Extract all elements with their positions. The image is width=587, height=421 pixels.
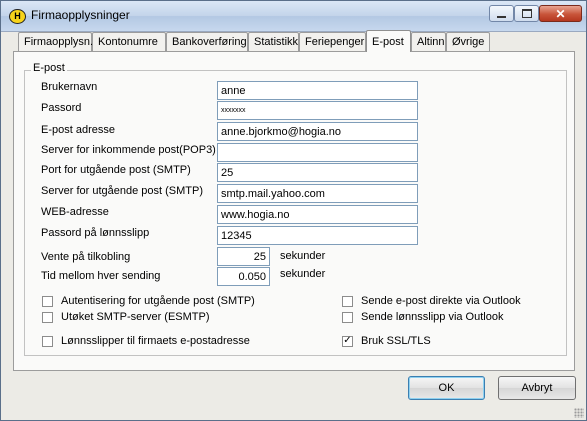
web-label: WEB-adresse bbox=[41, 206, 109, 218]
app-icon-letter: H bbox=[14, 11, 21, 21]
smtp-auth-label: Autentisering for utgående post (SMTP) bbox=[61, 295, 255, 307]
payslip-password-input[interactable] bbox=[217, 226, 418, 245]
smtp-port-input[interactable] bbox=[217, 163, 418, 182]
payslip-outlook-checkbox[interactable]: Sende lønnsslipp via Outlook bbox=[342, 311, 503, 323]
title-bar[interactable]: H Firmaopplysninger ✕ bbox=[1, 1, 586, 32]
checkbox-box[interactable] bbox=[342, 295, 353, 307]
tab-strip: Firmaopplysn. Kontonumre Bankoverføring … bbox=[14, 30, 494, 52]
payslip-outlook-label: Sende lønnsslipp via Outlook bbox=[361, 311, 504, 323]
username-input[interactable] bbox=[217, 81, 418, 100]
close-button[interactable]: ✕ bbox=[539, 5, 582, 22]
esmtp-checkbox[interactable]: Utøket SMTP-server (ESMTP) bbox=[42, 311, 210, 323]
pop3-label: Server for inkommende post(POP3) bbox=[41, 144, 216, 156]
wait-connect-label: Vente på tilkobling bbox=[41, 251, 131, 263]
smtp-server-label: Server for utgående post (SMTP) bbox=[41, 185, 204, 197]
ssl-tls-checkbox[interactable]: ✓ Bruk SSL/TLS bbox=[342, 335, 431, 347]
ok-button[interactable]: OK bbox=[408, 376, 485, 400]
checkbox-box[interactable] bbox=[342, 311, 353, 323]
minimize-button[interactable] bbox=[489, 5, 514, 22]
checkbox-box[interactable] bbox=[42, 335, 53, 347]
send-interval-input[interactable] bbox=[217, 267, 270, 286]
password-label: Passord bbox=[41, 102, 82, 114]
maximize-button[interactable] bbox=[514, 5, 539, 22]
checkmark-icon: ✓ bbox=[343, 335, 352, 346]
cancel-button[interactable]: Avbryt bbox=[498, 376, 576, 400]
smtp-auth-checkbox[interactable]: Autentisering for utgående post (SMTP) bbox=[42, 295, 255, 307]
tab-bankoverforing[interactable]: Bankoverføring bbox=[166, 32, 248, 51]
send-outlook-checkbox[interactable]: Sende e-post direkte via Outlook bbox=[342, 295, 521, 307]
checkbox-box[interactable] bbox=[42, 311, 53, 323]
username-label: Brukernavn bbox=[41, 81, 98, 93]
dialog-window: H Firmaopplysninger ✕ Firmaopplysn. Kont… bbox=[0, 0, 587, 421]
send-interval-unit: sekunder bbox=[280, 268, 326, 280]
checkbox-box[interactable] bbox=[42, 295, 53, 307]
smtp-server-input[interactable] bbox=[217, 184, 418, 203]
password-input[interactable] bbox=[217, 101, 418, 120]
send-outlook-label: Sende e-post direkte via Outlook bbox=[361, 295, 521, 307]
email-input[interactable] bbox=[217, 122, 418, 141]
tab-ovrige[interactable]: Øvrige bbox=[446, 32, 490, 51]
tab-kontonumre[interactable]: Kontonumre bbox=[92, 32, 166, 51]
web-input[interactable] bbox=[217, 205, 418, 224]
minimize-icon bbox=[497, 16, 506, 18]
cancel-label: Avbryt bbox=[521, 382, 553, 394]
pop3-input[interactable] bbox=[217, 143, 418, 162]
window-title: Firmaopplysninger bbox=[31, 8, 130, 22]
tab-feriepenger[interactable]: Feriepenger bbox=[299, 32, 366, 51]
maximize-icon bbox=[521, 9, 532, 18]
payslip-password-label: Passord på lønnsslipp bbox=[41, 227, 150, 239]
ssl-tls-label: Bruk SSL/TLS bbox=[361, 335, 431, 347]
tab-e-post[interactable]: E-post bbox=[366, 30, 411, 52]
tab-statistikk[interactable]: Statistikk bbox=[248, 32, 299, 51]
payslips-company-label: Lønnsslipper til firmaets e-postadresse bbox=[61, 335, 250, 347]
wait-connect-unit: sekunder bbox=[280, 250, 326, 262]
tab-firmaopplysn[interactable]: Firmaopplysn. bbox=[18, 32, 93, 51]
checkbox-box[interactable]: ✓ bbox=[342, 335, 353, 347]
group-title: E-post bbox=[31, 62, 67, 74]
hogia-app-icon: H bbox=[9, 9, 26, 24]
wait-connect-input[interactable] bbox=[217, 247, 270, 266]
close-icon: ✕ bbox=[555, 6, 566, 21]
smtp-port-label: Port for utgående post (SMTP) bbox=[41, 164, 191, 176]
ok-label: OK bbox=[438, 382, 455, 394]
email-label: E-post adresse bbox=[41, 124, 115, 136]
tab-altinn[interactable]: Altinn bbox=[411, 32, 446, 51]
send-interval-label: Tid mellom hver sending bbox=[41, 270, 161, 282]
esmtp-label: Utøket SMTP-server (ESMTP) bbox=[61, 311, 210, 323]
payslips-company-checkbox[interactable]: Lønnsslipper til firmaets e-postadresse bbox=[42, 335, 250, 347]
resize-grip[interactable] bbox=[574, 408, 584, 418]
